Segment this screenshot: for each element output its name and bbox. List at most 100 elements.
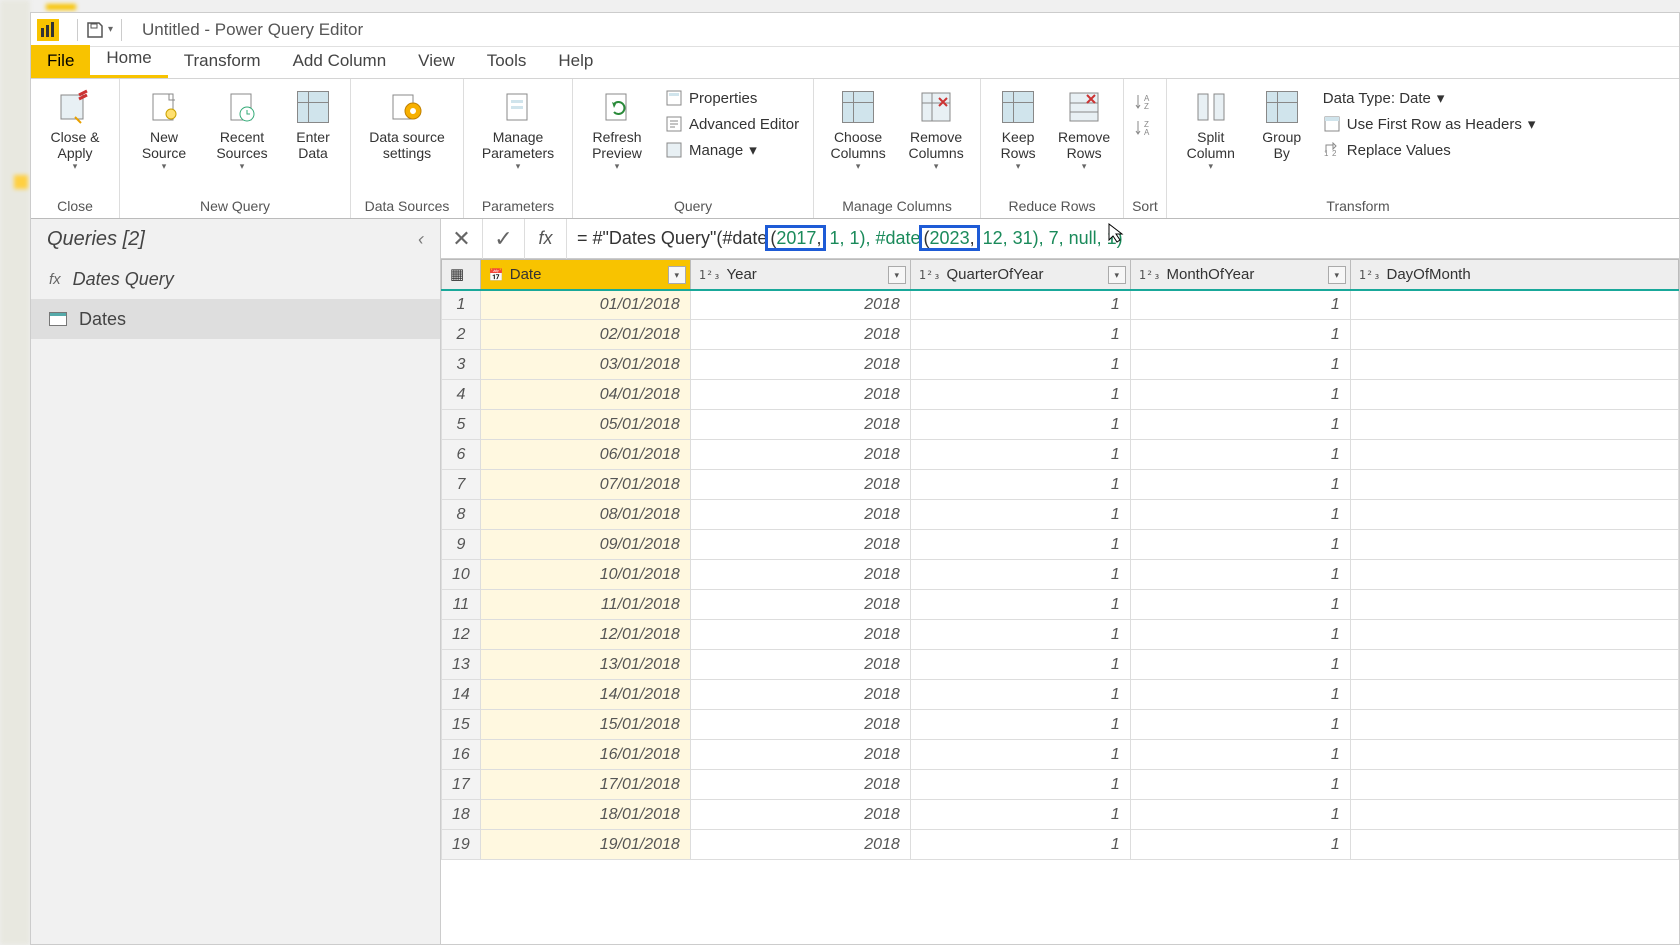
cell-day[interactable] [1350, 620, 1678, 650]
tab-transform[interactable]: Transform [168, 45, 277, 78]
formula-accept-button[interactable]: ✓ [483, 219, 525, 259]
cell-month[interactable]: 1 [1130, 710, 1350, 740]
refresh-preview-button[interactable]: Refresh Preview▾ [581, 83, 653, 172]
cell-day[interactable] [1350, 440, 1678, 470]
cell-date[interactable]: 08/01/2018 [480, 500, 690, 530]
cell-month[interactable]: 1 [1130, 620, 1350, 650]
cell-quarter[interactable]: 1 [910, 650, 1130, 680]
cell-date[interactable]: 19/01/2018 [480, 830, 690, 860]
cell-month[interactable]: 1 [1130, 650, 1350, 680]
manage-query-button[interactable]: Manage ▾ [659, 139, 805, 161]
recent-sources-button[interactable]: Recent Sources▾ [206, 83, 278, 172]
table-row[interactable]: 404/01/2018201811 [442, 380, 1679, 410]
cell-quarter[interactable]: 1 [910, 470, 1130, 500]
tab-tools[interactable]: Tools [471, 45, 543, 78]
table-row[interactable]: 909/01/2018201811 [442, 530, 1679, 560]
cell-year[interactable]: 2018 [690, 740, 910, 770]
table-row[interactable]: 1414/01/2018201811 [442, 680, 1679, 710]
qat-dropdown-icon[interactable]: ▾ [108, 24, 113, 35]
cell-quarter[interactable]: 1 [910, 290, 1130, 320]
formula-input[interactable]: = #"Dates Query"(#date(2017, 1, 1), #dat… [567, 228, 1679, 249]
cell-day[interactable] [1350, 290, 1678, 320]
table-row[interactable]: 1515/01/2018201811 [442, 710, 1679, 740]
cell-month[interactable]: 1 [1130, 500, 1350, 530]
first-row-headers-button[interactable]: Use First Row as Headers ▾ [1317, 113, 1542, 135]
table-row[interactable]: 606/01/2018201811 [442, 440, 1679, 470]
group-by-button[interactable]: Group By [1253, 83, 1311, 161]
data-type-button[interactable]: Data Type: Date ▾ [1317, 87, 1542, 109]
cell-date[interactable]: 15/01/2018 [480, 710, 690, 740]
cell-day[interactable] [1350, 560, 1678, 590]
table-row[interactable]: 1717/01/2018201811 [442, 770, 1679, 800]
cell-month[interactable]: 1 [1130, 530, 1350, 560]
cell-day[interactable] [1350, 830, 1678, 860]
cell-day[interactable] [1350, 740, 1678, 770]
data-grid[interactable]: ▦ 📅Date▾ 1²₃Year▾ 1²₃QuarterOfYear▾ 1²₃M… [441, 259, 1679, 944]
cell-month[interactable]: 1 [1130, 680, 1350, 710]
table-row[interactable]: 1111/01/2018201811 [442, 590, 1679, 620]
table-row[interactable]: 1212/01/2018201811 [442, 620, 1679, 650]
cell-quarter[interactable]: 1 [910, 320, 1130, 350]
cell-day[interactable] [1350, 530, 1678, 560]
cell-year[interactable]: 2018 [690, 770, 910, 800]
cell-year[interactable]: 2018 [690, 710, 910, 740]
cell-year[interactable]: 2018 [690, 800, 910, 830]
cell-date[interactable]: 10/01/2018 [480, 560, 690, 590]
cell-date[interactable]: 09/01/2018 [480, 530, 690, 560]
cell-day[interactable] [1350, 410, 1678, 440]
table-row[interactable]: 1313/01/2018201811 [442, 650, 1679, 680]
keep-rows-button[interactable]: Keep Rows▾ [989, 83, 1047, 172]
cell-month[interactable]: 1 [1130, 410, 1350, 440]
cell-year[interactable]: 2018 [690, 830, 910, 860]
advanced-editor-button[interactable]: Advanced Editor [659, 113, 805, 135]
cell-day[interactable] [1350, 500, 1678, 530]
table-row[interactable]: 1616/01/2018201811 [442, 740, 1679, 770]
table-row[interactable]: 707/01/2018201811 [442, 470, 1679, 500]
cell-date[interactable]: 04/01/2018 [480, 380, 690, 410]
col-date[interactable]: 📅Date▾ [480, 260, 690, 290]
table-row[interactable]: 1818/01/2018201811 [442, 800, 1679, 830]
table-row[interactable]: 1010/01/2018201811 [442, 560, 1679, 590]
cell-date[interactable]: 03/01/2018 [480, 350, 690, 380]
save-icon[interactable] [86, 21, 104, 39]
cell-month[interactable]: 1 [1130, 830, 1350, 860]
tab-help[interactable]: Help [542, 45, 609, 78]
cell-quarter[interactable]: 1 [910, 620, 1130, 650]
cell-date[interactable]: 18/01/2018 [480, 800, 690, 830]
cell-month[interactable]: 1 [1130, 350, 1350, 380]
cell-year[interactable]: 2018 [690, 620, 910, 650]
cell-year[interactable]: 2018 [690, 560, 910, 590]
cell-day[interactable] [1350, 770, 1678, 800]
cell-year[interactable]: 2018 [690, 530, 910, 560]
manage-parameters-button[interactable]: Manage Parameters▾ [472, 83, 564, 172]
new-source-button[interactable]: New Source▾ [128, 83, 200, 172]
cell-date[interactable]: 11/01/2018 [480, 590, 690, 620]
cell-quarter[interactable]: 1 [910, 380, 1130, 410]
query-item-dates[interactable]: Dates [31, 299, 440, 339]
cell-day[interactable] [1350, 650, 1678, 680]
cell-date[interactable]: 13/01/2018 [480, 650, 690, 680]
cell-month[interactable]: 1 [1130, 770, 1350, 800]
remove-columns-button[interactable]: Remove Columns▾ [900, 83, 972, 172]
col-year[interactable]: 1²₃Year▾ [690, 260, 910, 290]
cell-date[interactable]: 02/01/2018 [480, 320, 690, 350]
cell-year[interactable]: 2018 [690, 590, 910, 620]
cell-date[interactable]: 05/01/2018 [480, 410, 690, 440]
cell-day[interactable] [1350, 680, 1678, 710]
table-row[interactable]: 202/01/2018201811 [442, 320, 1679, 350]
cell-quarter[interactable]: 1 [910, 560, 1130, 590]
properties-button[interactable]: Properties [659, 87, 805, 109]
cell-year[interactable]: 2018 [690, 650, 910, 680]
cell-date[interactable]: 01/01/2018 [480, 290, 690, 320]
cell-year[interactable]: 2018 [690, 380, 910, 410]
cell-month[interactable]: 1 [1130, 560, 1350, 590]
tab-view[interactable]: View [402, 45, 471, 78]
cell-quarter[interactable]: 1 [910, 410, 1130, 440]
cell-year[interactable]: 2018 [690, 290, 910, 320]
cell-quarter[interactable]: 1 [910, 710, 1130, 740]
col-quarter[interactable]: 1²₃QuarterOfYear▾ [910, 260, 1130, 290]
cell-quarter[interactable]: 1 [910, 500, 1130, 530]
table-row[interactable]: 808/01/2018201811 [442, 500, 1679, 530]
cell-month[interactable]: 1 [1130, 290, 1350, 320]
cell-year[interactable]: 2018 [690, 500, 910, 530]
